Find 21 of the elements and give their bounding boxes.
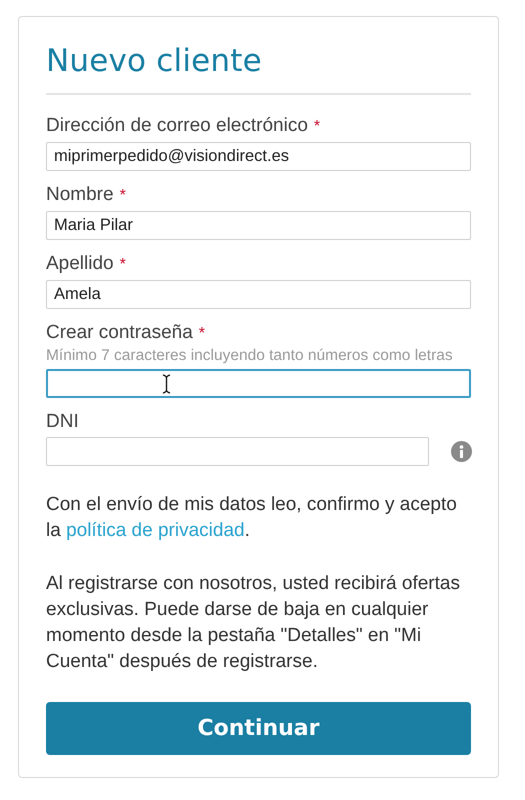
field-label: Apellido <box>46 253 114 275</box>
input-field[interactable]: Amela <box>46 280 471 309</box>
input-field[interactable]: miprimerpedido@visiondirect.es <box>46 142 471 171</box>
text-cursor-icon <box>162 374 171 394</box>
input-field[interactable]: Maria Pilar <box>46 211 471 240</box>
required-mark: * <box>120 186 126 206</box>
newsletter-notice: Al registrarse con nosotros, usted recibirá ofertas exclusivas. Puede darse de baja en cualquier momento desde la pestaña "Detalles" en "Mi Cuenta" después de registrarse. <box>46 572 461 674</box>
consent-text: Con el envío de mis datos leo, confirmo y acepto la política de privacidad. <box>46 493 458 543</box>
required-mark: * <box>120 255 126 275</box>
input-field[interactable] <box>46 369 471 398</box>
field-label: Crear contraseña <box>46 322 193 344</box>
field-label: DNI <box>46 411 79 433</box>
required-mark: * <box>198 324 206 344</box>
info-icon[interactable] <box>451 441 472 462</box>
field-hint: Mínimo 7 caracteres incluyendo tanto números como letras <box>46 347 454 365</box>
input-field[interactable] <box>46 437 429 466</box>
field-label: Dirección de correo electrónico <box>46 115 308 137</box>
required-mark: * <box>314 117 320 137</box>
field-label: Nombre <box>46 184 114 206</box>
form-title: Nuevo cliente <box>46 42 263 81</box>
continue-button[interactable]: Continuar <box>46 702 471 755</box>
